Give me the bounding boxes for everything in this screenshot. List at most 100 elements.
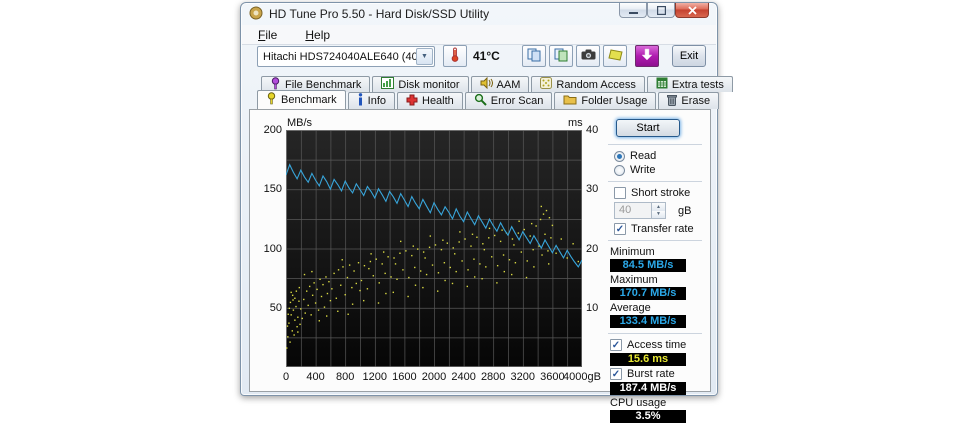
tab-health[interactable]: Health: [397, 92, 463, 109]
capacity-input[interactable]: 40: [614, 202, 652, 219]
divider: [608, 333, 702, 334]
access-time-row[interactable]: ✓ Access time: [610, 339, 708, 351]
titlebar[interactable]: HD Tune Pro 5.50 - Hard Disk/SSD Utility: [241, 3, 717, 25]
left-axis-tick: 50: [250, 302, 282, 314]
exit-button[interactable]: Exit: [672, 45, 706, 67]
burst-rate-value: 187.4 MB/s: [610, 382, 686, 395]
maximize-button[interactable]: [647, 3, 675, 18]
tab-erase[interactable]: Erase: [658, 92, 719, 109]
app-icon: [249, 6, 263, 23]
write-radio-label: Write: [630, 164, 655, 176]
right-axis-unit: ms: [568, 117, 583, 129]
benchmark-tab-page: MB/s ms 20015010050403020100400800120016…: [249, 109, 711, 392]
thermometer-icon: [451, 47, 459, 65]
tab-random-access[interactable]: Random Access: [531, 76, 644, 92]
write-radio[interactable]: [614, 165, 625, 176]
download-arrow-icon: [641, 48, 653, 64]
cpu-usage-label: CPU usage: [610, 397, 708, 409]
benchmark-chart: MB/s ms 20015010050403020100400800120016…: [250, 110, 610, 393]
average-value: 133.4 MB/s: [610, 315, 686, 328]
burst-rate-checkbox[interactable]: ✓: [610, 368, 622, 380]
access-time-value: 15.6 ms: [610, 353, 686, 366]
transfer-rate-label: Transfer rate: [631, 223, 694, 235]
access-time-label: Access time: [627, 339, 686, 351]
capacity-spinner-row: 40 ▲▼ gB: [614, 202, 708, 219]
capacity-stepper[interactable]: ▲▼: [652, 202, 666, 219]
drive-select[interactable]: Hitachi HDS724040ALE640 (4000 gB) ▼: [257, 46, 435, 67]
left-axis-tick: 150: [250, 183, 282, 195]
grid-test-icon: [656, 77, 668, 92]
read-radio-row[interactable]: Read: [614, 150, 708, 162]
cpu-usage-value: 3.5%: [610, 410, 686, 423]
temperature-button[interactable]: [443, 45, 467, 67]
temperature-value: 41°C: [473, 49, 500, 63]
spin-down-icon[interactable]: ▼: [652, 211, 665, 219]
tab-label: Folder Usage: [581, 95, 647, 107]
divider: [608, 240, 702, 241]
tab-label: Disk monitor: [398, 79, 459, 91]
drive-select-value: Hitachi HDS724040ALE640 (4000 gB): [258, 51, 416, 63]
window-title: HD Tune Pro 5.50 - Hard Disk/SSD Utility: [269, 7, 489, 21]
tab-benchmark[interactable]: Benchmark: [257, 90, 346, 109]
folder-icon: [563, 94, 577, 108]
health-cross-icon: [406, 94, 418, 109]
copy-button[interactable]: [522, 45, 546, 67]
screenshot-button[interactable]: [576, 45, 600, 67]
monitor-chart-icon: [381, 77, 394, 92]
maximum-label: Maximum: [610, 274, 708, 286]
write-radio-row[interactable]: Write: [614, 164, 708, 176]
copy-file-button[interactable]: [549, 45, 573, 67]
read-radio[interactable]: [614, 151, 625, 162]
capacity-unit-label: gB: [678, 205, 691, 217]
short-stroke-checkbox[interactable]: [614, 187, 626, 199]
download-button[interactable]: [635, 45, 659, 67]
trash-icon: [667, 94, 677, 109]
dice-icon: [540, 77, 552, 92]
tab-label: Erase: [681, 95, 710, 107]
minimize-button[interactable]: [619, 3, 647, 18]
menu-help[interactable]: Help: [301, 26, 334, 44]
access-time-checkbox[interactable]: ✓: [610, 339, 622, 351]
benchmark-controls: Start Read Write Short stroke 40 ▲▼ gB ✓: [606, 117, 708, 425]
burst-rate-label: Burst rate: [627, 368, 675, 380]
info-icon: [357, 93, 364, 109]
tab-label: Health: [422, 95, 454, 107]
left-axis-unit: MB/s: [287, 117, 312, 129]
tab-label: Extra tests: [672, 79, 724, 91]
tab-error-scan[interactable]: Error Scan: [465, 92, 553, 109]
menubar: File Help: [242, 25, 716, 45]
burst-rate-row[interactable]: ✓ Burst rate: [610, 368, 708, 380]
average-label: Average: [610, 302, 708, 314]
short-stroke-label: Short stroke: [631, 187, 690, 199]
copy-icon: [527, 48, 541, 65]
tab-info[interactable]: Info: [348, 92, 395, 109]
tab-disk-monitor[interactable]: Disk monitor: [372, 76, 468, 92]
menu-file[interactable]: File: [254, 26, 281, 44]
tab-folder-usage[interactable]: Folder Usage: [554, 92, 656, 109]
speaker-icon: [480, 77, 493, 92]
camera-icon: [581, 49, 596, 63]
tab-label: Info: [368, 95, 386, 107]
tab-label: File Benchmark: [285, 79, 361, 91]
chevron-down-icon[interactable]: ▼: [416, 48, 433, 65]
transfer-rate-checkbox[interactable]: ✓: [614, 223, 626, 235]
tab-aam[interactable]: AAM: [471, 76, 530, 92]
gauge-yellow-icon: [266, 92, 277, 108]
note-icon: [608, 49, 623, 64]
minimum-label: Minimum: [610, 246, 708, 258]
close-button[interactable]: [675, 3, 709, 18]
left-axis-tick: 100: [250, 243, 282, 255]
tab-label: Benchmark: [281, 94, 337, 106]
x-axis-tick: 4000gB: [560, 371, 604, 383]
divider: [608, 181, 702, 182]
short-stroke-row[interactable]: Short stroke: [614, 187, 708, 199]
app-window: HD Tune Pro 5.50 - Hard Disk/SSD Utility…: [240, 2, 718, 396]
transfer-rate-row[interactable]: ✓ Transfer rate: [614, 223, 708, 235]
spin-up-icon[interactable]: ▲: [652, 203, 665, 211]
benchmark-plot-canvas: [286, 130, 582, 367]
note-button[interactable]: [603, 45, 627, 67]
left-axis-tick: 200: [250, 124, 282, 136]
start-button[interactable]: Start: [616, 119, 680, 137]
tab-extra-tests[interactable]: Extra tests: [647, 76, 733, 92]
copy-file-icon: [554, 48, 568, 65]
